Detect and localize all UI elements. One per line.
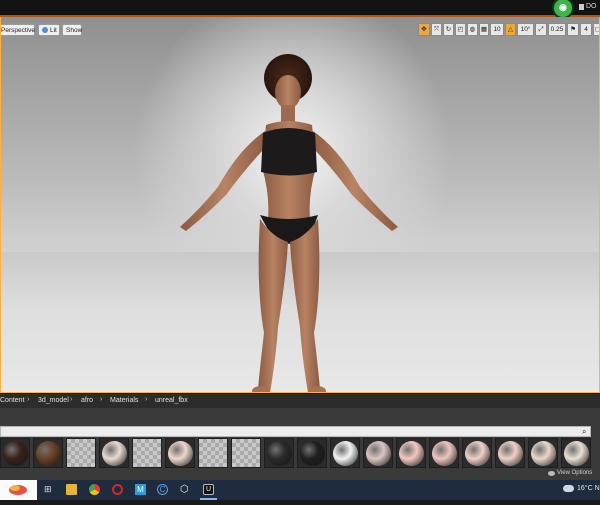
material-thumbnail[interactable] xyxy=(297,438,327,468)
task-view-icon[interactable]: ⊞ xyxy=(44,484,55,495)
material-thumbnail[interactable] xyxy=(396,438,426,468)
level-viewport[interactable]: Perspective Lit Show ✥ ⤧ ↻ ◰ ◍ ▦ 10 △ 10… xyxy=(0,17,600,396)
opera-icon[interactable] xyxy=(112,484,123,495)
material-thumbnail[interactable] xyxy=(0,438,30,468)
material-thumbnail[interactable] xyxy=(165,438,195,468)
material-thumbnail[interactable] xyxy=(66,438,96,468)
search-icon[interactable]: ⌕ xyxy=(582,426,592,437)
search-input[interactable] xyxy=(0,426,591,437)
material-thumbnail[interactable] xyxy=(495,438,525,468)
unreal-taskbar-icon[interactable]: U xyxy=(203,484,214,495)
file-explorer-icon[interactable] xyxy=(66,484,77,495)
breadcrumb-separator: › xyxy=(27,396,30,403)
app-m-icon[interactable]: M xyxy=(135,484,146,495)
title-strip: ◉ DO xyxy=(0,0,600,19)
material-preview-sphere xyxy=(267,441,292,466)
material-thumbnail[interactable] xyxy=(429,438,459,468)
material-thumbnail[interactable] xyxy=(528,438,558,468)
material-thumbnail[interactable] xyxy=(363,438,393,468)
material-preview-sphere xyxy=(531,441,556,466)
material-preview-sphere xyxy=(102,441,127,466)
material-preview-sphere xyxy=(333,441,358,466)
material-thumbnail[interactable] xyxy=(462,438,492,468)
temperature-label: 16°C N xyxy=(577,485,600,492)
app-c-icon[interactable]: C xyxy=(157,484,168,495)
breadcrumb-separator: › xyxy=(100,396,103,403)
breadcrumb-content[interactable]: Content xyxy=(0,397,25,404)
material-thumbnail[interactable] xyxy=(33,438,63,468)
start-button[interactable] xyxy=(0,480,37,500)
material-preview-sphere xyxy=(432,441,457,466)
material-preview-sphere xyxy=(168,441,193,466)
chrome-icon[interactable] xyxy=(89,484,100,495)
breadcrumb-materials[interactable]: Materials xyxy=(110,397,138,404)
material-preview-sphere xyxy=(399,441,424,466)
breadcrumb-separator: › xyxy=(145,396,148,403)
app-logo-icon xyxy=(9,485,27,495)
material-thumbnail[interactable] xyxy=(198,438,228,468)
breadcrumb-3d-model[interactable]: 3d_model xyxy=(38,397,69,404)
window-icon xyxy=(579,4,584,10)
eye-icon xyxy=(548,471,555,476)
material-thumbnail[interactable] xyxy=(132,438,162,468)
view-options-button[interactable]: View Options xyxy=(557,470,592,476)
top-right-label: DO xyxy=(586,3,597,10)
material-preview-sphere xyxy=(465,441,490,466)
3d-box-icon[interactable]: ⬡ xyxy=(180,484,191,495)
material-preview-sphere xyxy=(498,441,523,466)
material-thumbnail[interactable] xyxy=(231,438,261,468)
breadcrumb: Content › 3d_model › afro › Materials › … xyxy=(0,394,600,408)
material-thumbnail[interactable] xyxy=(561,438,591,468)
breadcrumb-unreal-fbx[interactable]: unreal_fbx xyxy=(155,397,188,404)
material-thumbnail[interactable] xyxy=(330,438,360,468)
material-preview-sphere xyxy=(366,441,391,466)
breadcrumb-separator: › xyxy=(70,396,73,403)
windows-taskbar: ⊞ M C ⬡ U 16°C N xyxy=(0,480,600,500)
viewport-focus-border xyxy=(0,17,600,393)
material-preview-sphere xyxy=(564,441,589,466)
weather-icon[interactable] xyxy=(563,485,574,492)
material-preview-sphere xyxy=(36,441,61,466)
material-thumbnail[interactable] xyxy=(264,438,294,468)
material-preview-sphere xyxy=(300,441,325,466)
material-thumbnail[interactable] xyxy=(99,438,129,468)
breadcrumb-afro[interactable]: afro xyxy=(81,397,93,404)
asset-thumbnail-grid xyxy=(0,438,600,470)
material-preview-sphere xyxy=(3,441,28,466)
